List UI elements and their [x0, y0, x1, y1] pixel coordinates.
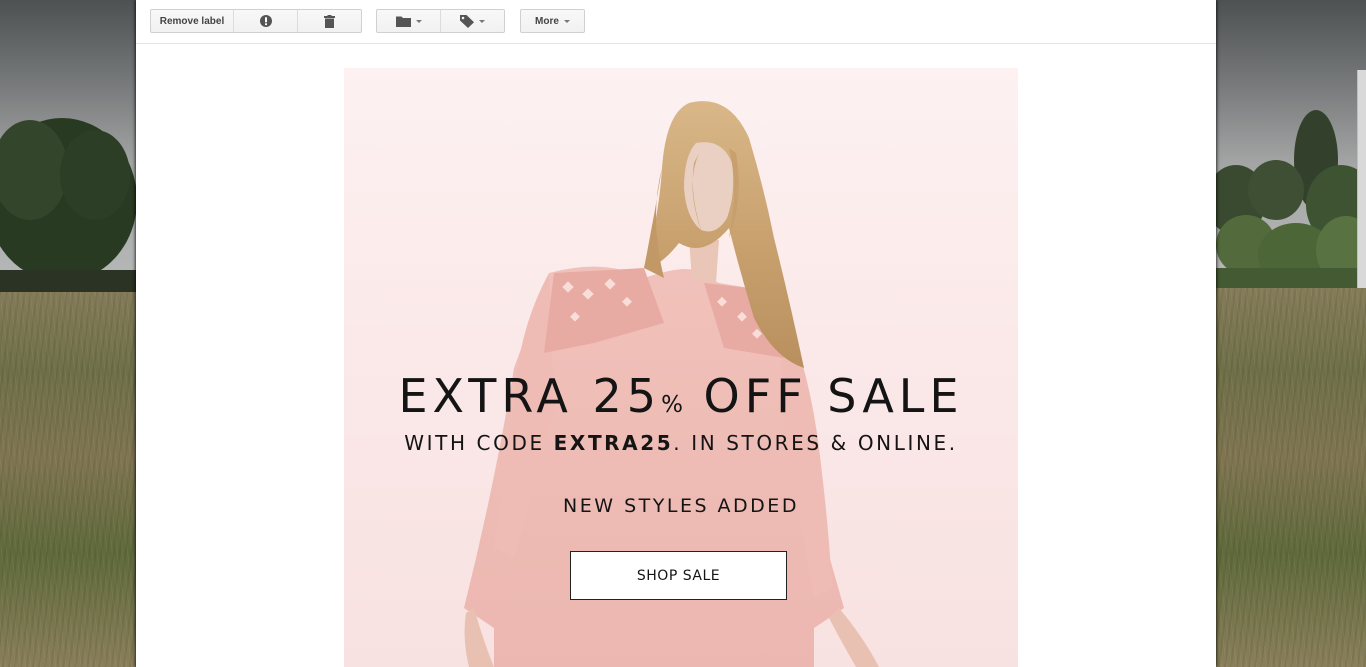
sale-headline: EXTRA 25% OFF SALE [344, 368, 1018, 433]
chevron-down-icon [479, 19, 485, 23]
folder-icon [395, 16, 411, 27]
label-action-group: Remove label [150, 9, 362, 33]
headline-rest: OFF SALE [683, 369, 964, 423]
report-spam-button[interactable] [233, 9, 298, 33]
more-button[interactable]: More [520, 9, 585, 33]
organize-action-group [376, 9, 505, 33]
remove-label-button[interactable]: Remove label [150, 9, 234, 33]
message-toolbar: Remove label More [136, 0, 1216, 44]
promo-code-suffix: . IN STORES & ONLINE. [673, 431, 958, 455]
headline-percent-sign: % [661, 392, 684, 418]
shop-sale-button[interactable]: SHOP SALE [570, 551, 787, 600]
promo-banner[interactable]: EXTRA 25% OFF SALE WITH CODE EXTRA25. IN… [344, 68, 1018, 667]
labels-button[interactable] [440, 9, 505, 33]
label-tag-icon [460, 14, 474, 28]
mail-panel: Remove label More EXTRA 25% OFF SALE WIT… [136, 0, 1216, 667]
more-action-group: More [520, 9, 585, 33]
trees [0, 118, 136, 292]
trees [1216, 110, 1366, 288]
more-button-label: More [535, 15, 559, 27]
scrollbar[interactable] [1357, 70, 1366, 288]
headline-main: EXTRA 25 [398, 369, 662, 423]
promo-code-line: WITH CODE EXTRA25. IN STORES & ONLINE. [344, 430, 1018, 456]
delete-button[interactable] [297, 9, 362, 33]
desktop-background-left [0, 0, 136, 667]
promo-code-prefix: WITH CODE [404, 431, 554, 455]
new-styles-text: NEW STYLES ADDED [563, 495, 799, 517]
move-to-button[interactable] [376, 9, 441, 33]
trash-icon [324, 14, 335, 28]
desktop-background-right [1216, 0, 1366, 667]
report-spam-icon [259, 15, 272, 27]
chevron-down-icon [563, 19, 570, 23]
chevron-down-icon [415, 19, 422, 23]
promo-code: EXTRA25 [553, 431, 674, 455]
